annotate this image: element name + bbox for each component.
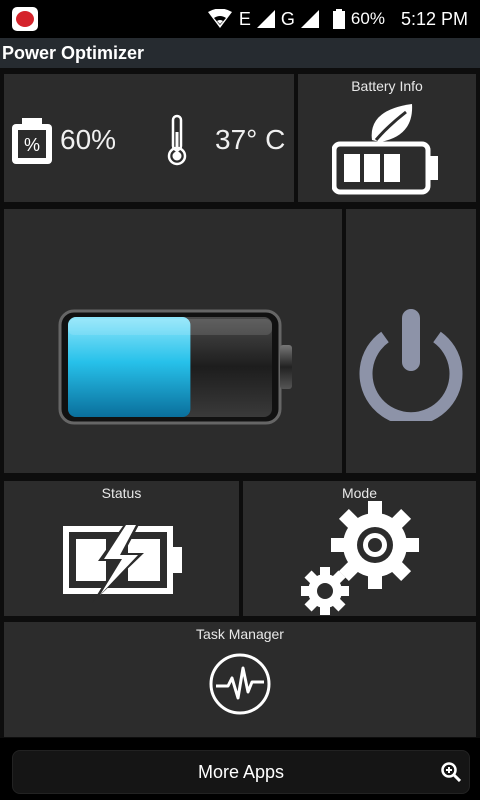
svg-text:%: %: [24, 135, 40, 155]
network-e-label: E: [238, 8, 251, 29]
network-g-label: G: [280, 8, 295, 29]
app-notification-icon: [12, 7, 38, 31]
power-icon: [359, 309, 463, 421]
status-bar: E G 60% 5:12 PM: [0, 0, 480, 38]
task-manager-label: Task Manager: [196, 626, 284, 642]
task-manager-tile[interactable]: Task Manager: [4, 622, 476, 737]
signal-icon-2: [300, 10, 319, 28]
status-tile[interactable]: Status: [4, 481, 239, 616]
wifi-icon: [207, 9, 232, 28]
battery-percent-value: 60%: [60, 124, 117, 155]
eco-battery-icon: [332, 104, 438, 195]
thermometer-icon: [167, 114, 187, 166]
temperature-value: 37° C: [215, 124, 286, 155]
page-title: Power Optimizer: [2, 43, 145, 63]
zoom-in-icon: [441, 762, 461, 782]
signal-icon: [256, 10, 275, 28]
pulse-icon: [209, 653, 271, 715]
battery-status-icon: [332, 9, 345, 29]
more-apps-label: More Apps: [197, 762, 285, 782]
power-tile[interactable]: [346, 209, 476, 473]
mode-tile[interactable]: Mode: [243, 481, 476, 616]
battery-status-text: 60%: [350, 9, 385, 28]
status-label: Status: [101, 485, 142, 501]
battery-level-graphic: [58, 309, 292, 425]
gears-icon: [301, 501, 419, 615]
battery-info-tile[interactable]: Battery Info: [298, 74, 476, 202]
title-bar: Power Optimizer: [0, 38, 480, 68]
clock: 5:12 PM: [400, 8, 468, 29]
battery-level-tile[interactable]: [4, 209, 342, 473]
more-apps-button[interactable]: More Apps: [12, 750, 470, 794]
battery-percent-icon: %: [12, 118, 52, 164]
charging-battery-icon: [63, 519, 182, 603]
bottom-bar: More Apps: [0, 738, 480, 800]
battery-info-label: Battery Info: [351, 78, 423, 94]
stats-tile: % 60% 37° C: [4, 74, 294, 202]
